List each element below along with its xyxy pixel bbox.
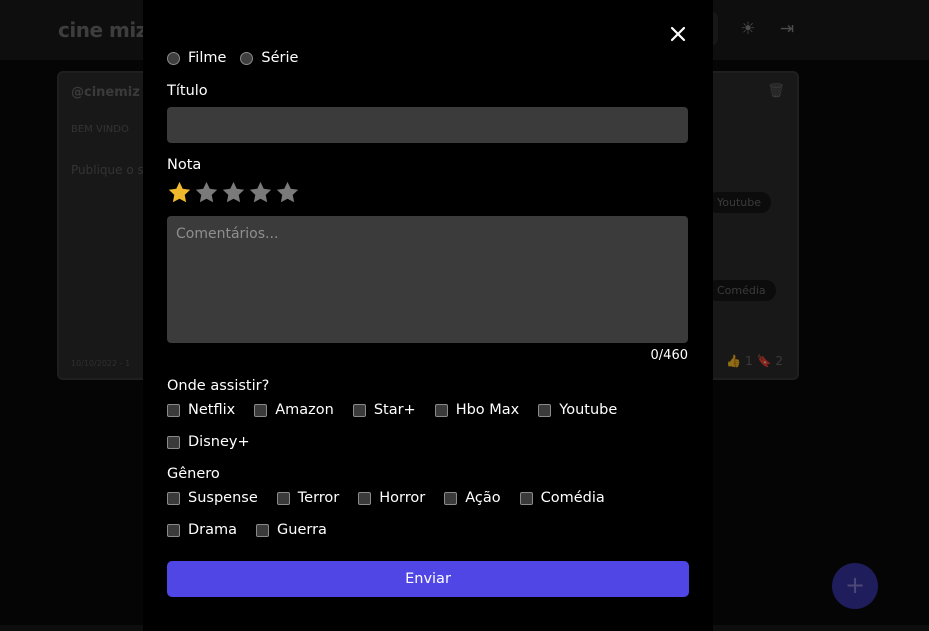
platform-checkbox-disney[interactable]: Disney+ <box>167 434 250 450</box>
platform-checkbox-label: Amazon <box>275 402 334 418</box>
checkbox-square[interactable] <box>352 403 366 417</box>
genre-checkbox-label: Guerra <box>277 522 327 538</box>
genre-checkbox-label: Terror <box>297 490 340 506</box>
platform-checkbox-amazon[interactable]: Amazon <box>254 402 334 418</box>
radio-circle[interactable] <box>240 51 254 65</box>
platform-checkbox-netflix[interactable]: Netflix <box>167 402 235 418</box>
platform-checkbox-label: Hbo Max <box>455 402 520 418</box>
genre-checkbox-acao[interactable]: Ação <box>444 490 501 506</box>
genres-row-1: Suspense Terror Horror Ação Comédia <box>167 490 624 506</box>
checkbox-square[interactable] <box>538 403 552 417</box>
genre-checkbox-drama[interactable]: Drama <box>167 522 237 538</box>
checkbox-square[interactable] <box>358 491 372 505</box>
star-icon[interactable] <box>221 180 248 208</box>
checkbox-square[interactable] <box>254 403 268 417</box>
platform-checkbox-label: Disney+ <box>188 434 250 450</box>
platform-checkbox-youtube[interactable]: Youtube <box>538 402 617 418</box>
platform-checkbox-hbo-max[interactable]: Hbo Max <box>434 402 520 418</box>
genre-checkbox-label: Comédia <box>540 490 605 506</box>
platform-checkbox-label: Star+ <box>373 402 416 418</box>
radio-serie-label: Série <box>261 50 299 66</box>
checkbox-square[interactable] <box>167 523 180 537</box>
genre-checkbox-label: Suspense <box>188 490 258 506</box>
platform-checkbox-star[interactable]: Star+ <box>352 402 416 418</box>
genre-checkbox-terror[interactable]: Terror <box>276 490 340 506</box>
star-icon[interactable] <box>194 180 221 208</box>
rating-stars <box>167 180 302 208</box>
type-radio-group: Filme Série <box>167 50 312 66</box>
genre-checkbox-label: Drama <box>188 522 238 538</box>
character-counter: 0/460 <box>650 348 688 363</box>
radio-filme[interactable]: Filme <box>167 50 226 66</box>
title-input[interactable] <box>167 107 688 143</box>
genre-checkbox-horror[interactable]: Horror <box>358 490 425 506</box>
checkbox-square[interactable] <box>519 491 533 505</box>
radio-serie[interactable]: Série <box>240 50 298 66</box>
platform-checkbox-label: Youtube <box>559 402 618 418</box>
genre-checkbox-guerra[interactable]: Guerra <box>256 522 327 538</box>
platforms-row-1: Netflix Amazon Star+ Hbo Max Youtube <box>167 402 636 418</box>
checkbox-square[interactable] <box>276 491 290 505</box>
radio-filme-label: Filme <box>188 50 227 66</box>
genre-checkbox-label: Ação <box>465 490 501 506</box>
close-icon <box>670 26 686 42</box>
submit-button[interactable]: Enviar <box>167 561 689 597</box>
platform-checkbox-label: Netflix <box>188 402 236 418</box>
comments-textarea[interactable] <box>167 216 688 343</box>
checkbox-square[interactable] <box>167 435 180 449</box>
genre-checkbox-comedia[interactable]: Comédia <box>519 490 605 506</box>
checkbox-square[interactable] <box>167 403 180 417</box>
title-label: Título <box>167 83 208 99</box>
rating-label: Nota <box>167 157 202 173</box>
checkbox-square[interactable] <box>434 403 448 417</box>
genres-row-2: Drama Guerra <box>167 522 346 538</box>
star-icon[interactable] <box>275 180 302 208</box>
checkbox-square[interactable] <box>444 491 458 505</box>
checkbox-square[interactable] <box>167 491 180 505</box>
genre-checkbox-label: Horror <box>379 490 426 506</box>
genre-checkbox-suspense[interactable]: Suspense <box>167 490 258 506</box>
star-icon[interactable] <box>167 180 194 208</box>
radio-circle[interactable] <box>167 51 180 65</box>
close-button[interactable] <box>668 24 688 44</box>
checkbox-square[interactable] <box>256 523 270 537</box>
platforms-row-2: Disney+ <box>167 434 269 450</box>
where-to-watch-label: Onde assistir? <box>167 378 270 394</box>
genre-label: Gênero <box>167 466 220 482</box>
star-icon[interactable] <box>248 180 275 208</box>
